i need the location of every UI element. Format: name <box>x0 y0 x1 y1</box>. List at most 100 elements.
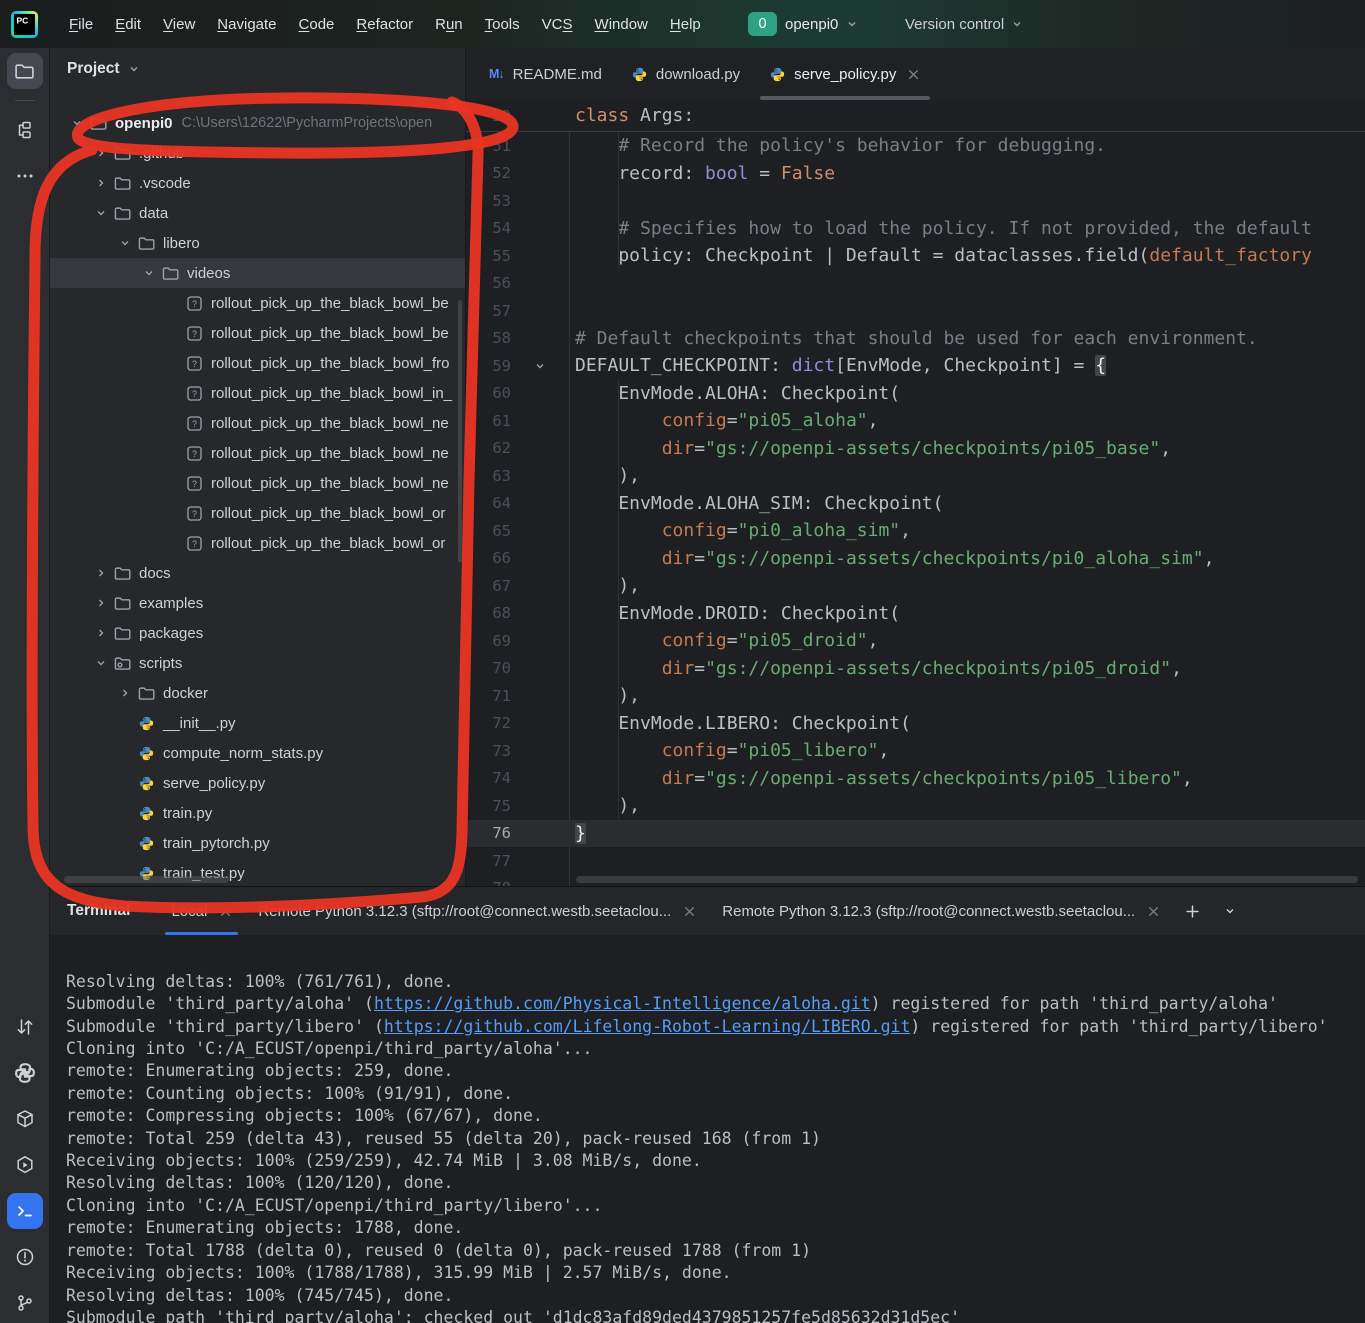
tree-item-train_pytorch.py[interactable]: train_pytorch.py <box>50 828 465 858</box>
menu-item-view[interactable]: View <box>152 16 206 33</box>
chevron-down-icon[interactable] <box>114 237 136 249</box>
version-control-selector[interactable]: Version control <box>905 0 1023 48</box>
chevron-right-icon[interactable] <box>90 177 112 189</box>
code-line-74[interactable]: 74 dir="gs://openpi-assets/checkpoints/p… <box>466 765 1365 793</box>
tree-item-scripts[interactable]: scripts <box>50 648 465 678</box>
editor-tab-README.md[interactable]: M↓ README.md <box>474 48 617 100</box>
tree-item-compute_norm_stats.py[interactable]: compute_norm_stats.py <box>50 738 465 768</box>
terminal-tab-remote[interactable]: Remote Python 3.12.3 (sftp://root@connec… <box>709 887 1173 935</box>
tree-item-serve_policy.py[interactable]: serve_policy.py <box>50 768 465 798</box>
editor-horizontal-scrollbar[interactable] <box>576 876 1358 883</box>
terminal-link[interactable]: https://github.com/Lifelong-Robot-Learni… <box>384 1017 911 1036</box>
menu-item-file[interactable]: File <box>58 16 104 33</box>
chevron-down-icon[interactable] <box>66 117 88 129</box>
menu-item-navigate[interactable]: Navigate <box>206 16 287 33</box>
tree-item-rollout_pick_up_the_black_bowl_in_[interactable]: ? rollout_pick_up_the_black_bowl_in_ <box>50 378 465 408</box>
run-configuration-selector[interactable]: 0 openpi0 <box>748 0 858 48</box>
tool-button-terminal[interactable] <box>6 1193 43 1229</box>
menu-item-code[interactable]: Code <box>288 16 346 33</box>
tree-item-rollout_pick_up_the_black_bowl_be[interactable]: ? rollout_pick_up_the_black_bowl_be <box>50 288 465 318</box>
terminal-output[interactable]: Resolving deltas: 100% (761/761), done. S… <box>50 935 1365 1323</box>
chevron-right-icon[interactable] <box>90 597 112 609</box>
code-line-68[interactable]: 68 EnvMode.DROID: Checkpoint( <box>466 600 1365 628</box>
code-line-65[interactable]: 65 config="pi0_aloha_sim", <box>466 517 1365 545</box>
tree-item-packages[interactable]: packages <box>50 618 465 648</box>
code-line-66[interactable]: 66 dir="gs://openpi-assets/checkpoints/p… <box>466 545 1365 573</box>
code-line-56[interactable]: 56 <box>466 270 1365 298</box>
code-line-76[interactable]: 76} <box>466 819 1365 847</box>
tree-item-rollout_pick_up_the_black_bowl_ne[interactable]: ? rollout_pick_up_the_black_bowl_ne <box>50 468 465 498</box>
tool-button-python-packages[interactable] <box>7 1101 43 1137</box>
code-editor[interactable]: 39 class Args: 51 # Record the policy's b… <box>466 100 1365 886</box>
code-line-52[interactable]: 52 record: bool = False <box>466 160 1365 188</box>
close-icon[interactable] <box>683 905 696 918</box>
tree-item-rollout_pick_up_the_black_bowl_or[interactable]: ? rollout_pick_up_the_black_bowl_or <box>50 528 465 558</box>
tool-button-structure[interactable] <box>7 112 43 148</box>
terminal-tab-local[interactable]: Local <box>158 887 245 935</box>
fold-chevron-icon[interactable] <box>511 360 569 372</box>
tool-button-python-console[interactable] <box>7 1055 43 1091</box>
code-line-53[interactable]: 53 <box>466 187 1365 215</box>
chevron-right-icon[interactable] <box>90 147 112 159</box>
tool-button-problems[interactable] <box>7 1239 43 1275</box>
code-line-57[interactable]: 57 <box>466 297 1365 325</box>
tool-button-more[interactable] <box>7 158 43 194</box>
tree-item-openpi0[interactable]: openpi0 C:\Users\12622\PycharmProjects\op… <box>50 108 465 138</box>
menu-item-vcs[interactable]: VCS <box>531 16 584 33</box>
close-icon[interactable] <box>219 905 232 918</box>
tree-item-videos[interactable]: videos <box>50 258 465 288</box>
code-line-77[interactable]: 77 <box>466 847 1365 875</box>
editor-tab-download.py[interactable]: download.py <box>617 48 755 100</box>
project-horizontal-scrollbar[interactable] <box>64 876 229 883</box>
chevron-right-icon[interactable] <box>90 627 112 639</box>
code-line-51[interactable]: 51 # Record the policy's behavior for de… <box>466 132 1365 160</box>
tree-item-rollout_pick_up_the_black_bowl_fro[interactable]: ? rollout_pick_up_the_black_bowl_fro <box>50 348 465 378</box>
tree-item-.github[interactable]: .github <box>50 138 465 168</box>
chevron-right-icon[interactable] <box>114 687 136 699</box>
terminal-tab-remote[interactable]: Remote Python 3.12.3 (sftp://root@connec… <box>245 887 709 935</box>
tree-item-rollout_pick_up_the_black_bowl_ne[interactable]: ? rollout_pick_up_the_black_bowl_ne <box>50 438 465 468</box>
menu-item-tools[interactable]: Tools <box>474 16 531 33</box>
terminal-options-chevron-icon[interactable] <box>1212 887 1248 935</box>
chevron-down-icon[interactable] <box>138 267 160 279</box>
tree-item-rollout_pick_up_the_black_bowl_ne[interactable]: ? rollout_pick_up_the_black_bowl_ne <box>50 408 465 438</box>
code-line-69[interactable]: 69 config="pi05_droid", <box>466 627 1365 655</box>
chevron-right-icon[interactable] <box>90 567 112 579</box>
menu-item-help[interactable]: Help <box>659 16 712 33</box>
terminal-link[interactable]: https://github.com/Physical-Intelligence… <box>374 994 871 1013</box>
tree-item-docs[interactable]: docs <box>50 558 465 588</box>
project-panel-header[interactable]: Project <box>50 48 465 90</box>
project-vertical-scrollbar[interactable] <box>458 300 462 562</box>
close-icon[interactable] <box>1147 905 1160 918</box>
menu-item-run[interactable]: Run <box>424 16 474 33</box>
menu-item-window[interactable]: Window <box>584 16 659 33</box>
code-line-64[interactable]: 64 EnvMode.ALOHA_SIM: Checkpoint( <box>466 490 1365 518</box>
tree-item-train.py[interactable]: train.py <box>50 798 465 828</box>
code-line-63[interactable]: 63 ), <box>466 462 1365 490</box>
tree-item-data[interactable]: data <box>50 198 465 228</box>
chevron-down-icon[interactable] <box>90 657 112 669</box>
menu-item-refactor[interactable]: Refactor <box>345 16 424 33</box>
menu-item-edit[interactable]: Edit <box>104 16 152 33</box>
code-line-60[interactable]: 60 EnvMode.ALOHA: Checkpoint( <box>466 380 1365 408</box>
tree-item-__init__.py[interactable]: __init__.py <box>50 708 465 738</box>
code-line-58[interactable]: 58 # Default checkpoints that should be u… <box>466 325 1365 353</box>
code-line-75[interactable]: 75 ), <box>466 792 1365 820</box>
code-line-55[interactable]: 55 policy: Checkpoint | Default = datacl… <box>466 242 1365 270</box>
editor-tab-serve_policy.py[interactable]: serve_policy.py <box>755 48 935 100</box>
tree-item-libero[interactable]: libero <box>50 228 465 258</box>
code-line-67[interactable]: 67 ), <box>466 572 1365 600</box>
code-line-61[interactable]: 61 config="pi05_aloha", <box>466 407 1365 435</box>
tree-item-rollout_pick_up_the_black_bowl_or[interactable]: ? rollout_pick_up_the_black_bowl_or <box>50 498 465 528</box>
tool-button-project-folder[interactable] <box>6 53 43 89</box>
chevron-down-icon[interactable] <box>90 207 112 219</box>
code-line-62[interactable]: 62 dir="gs://openpi-assets/checkpoints/p… <box>466 435 1365 463</box>
tool-button-version-control[interactable] <box>7 1285 43 1321</box>
close-icon[interactable] <box>907 68 920 81</box>
code-line-54[interactable]: 54 # Specifies how to load the policy. I… <box>466 215 1365 243</box>
tree-item-docker[interactable]: docker <box>50 678 465 708</box>
code-line-59[interactable]: 59 DEFAULT_CHECKPOINT: dict[EnvMode, Chec… <box>466 352 1365 380</box>
code-line-71[interactable]: 71 ), <box>466 682 1365 710</box>
tree-item-.vscode[interactable]: .vscode <box>50 168 465 198</box>
tool-button-services[interactable] <box>7 1147 43 1183</box>
